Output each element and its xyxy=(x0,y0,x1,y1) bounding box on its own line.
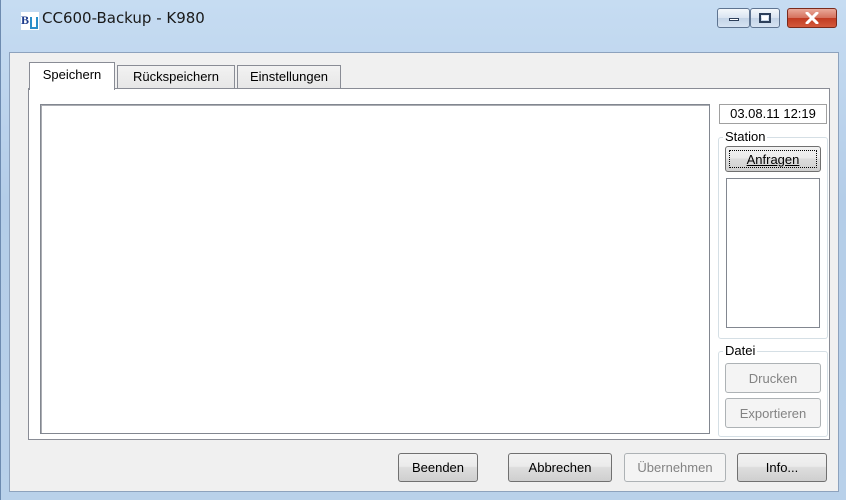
bu-app-icon[interactable]: B xyxy=(21,12,39,30)
tab-label: Einstellungen xyxy=(249,69,329,84)
application-window: B CC600-Backup - K980 Speichern Rückspei… xyxy=(0,0,846,500)
window-title: CC600-Backup - K980 xyxy=(42,9,205,27)
query-button[interactable]: Anfragen xyxy=(725,146,821,172)
station-group-label: Station xyxy=(723,129,768,145)
cancel-button-label: Abbrechen xyxy=(528,460,592,475)
minimize-icon xyxy=(718,9,749,27)
export-button[interactable]: Exportieren xyxy=(725,398,821,428)
exit-button-label: Beenden xyxy=(411,460,465,475)
client-area: Speichern Rückspeichern Einstellungen 03… xyxy=(9,52,839,492)
title-bar[interactable]: B CC600-Backup - K980 xyxy=(1,0,846,52)
close-icon xyxy=(788,9,836,27)
apply-button[interactable]: Übernehmen xyxy=(624,453,726,482)
svg-text:B: B xyxy=(21,13,29,27)
datetime-display: 03.08.11 12:19 xyxy=(719,104,827,124)
maximize-button[interactable] xyxy=(750,8,780,28)
file-group: Datei Drucken Exportieren xyxy=(718,343,828,437)
tab-speichern[interactable]: Speichern xyxy=(29,62,115,90)
tab-label: Speichern xyxy=(42,67,102,82)
export-button-label: Exportieren xyxy=(739,405,807,421)
file-group-label: Datei xyxy=(723,343,758,359)
print-button[interactable]: Drucken xyxy=(725,363,821,393)
tab-rueckspeichern[interactable]: Rückspeichern xyxy=(117,65,235,89)
info-button[interactable]: Info... xyxy=(737,453,827,482)
tab-label: Rückspeichern xyxy=(133,69,219,84)
minimize-button[interactable] xyxy=(717,8,750,28)
close-button[interactable] xyxy=(787,8,837,28)
tab-einstellungen[interactable]: Einstellungen xyxy=(237,65,341,89)
cancel-button[interactable]: Abbrechen xyxy=(508,453,612,482)
station-group: Station Anfragen xyxy=(718,129,828,339)
info-button-label: Info... xyxy=(765,460,799,475)
maximize-icon xyxy=(751,9,779,27)
station-list[interactable] xyxy=(726,178,820,328)
apply-button-label: Übernehmen xyxy=(637,460,713,475)
query-button-label: Anfragen xyxy=(746,151,800,167)
exit-button[interactable]: Beenden xyxy=(398,453,478,482)
backup-list[interactable] xyxy=(40,104,710,434)
print-button-label: Drucken xyxy=(748,370,798,386)
tab-panel-speichern: 03.08.11 12:19 Station Anfragen Datei Dr… xyxy=(28,88,830,440)
